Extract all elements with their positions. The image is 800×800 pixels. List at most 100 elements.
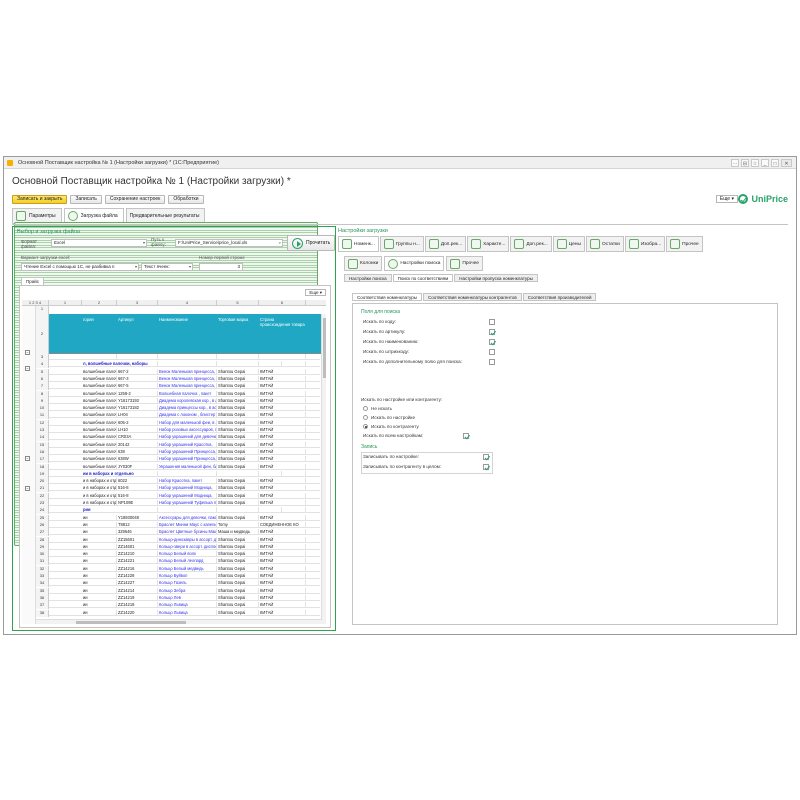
group-row[interactable]: л, волшебные палочки, наборы xyxy=(49,361,320,368)
table-row[interactable]: и в наборах и отдел516-8Набор украшений … xyxy=(49,485,320,492)
row-number[interactable]: 33 xyxy=(36,573,49,580)
table-cell[interactable]: Венок Маленькая принцесса, xyxy=(158,368,217,374)
row-number[interactable]: 6 xyxy=(36,375,49,383)
table-cell[interactable]: Диадема с локоном , блистер xyxy=(158,412,217,418)
first-row-input[interactable]: 3 xyxy=(199,263,243,271)
minimize-button[interactable]: _ xyxy=(761,159,769,167)
settings-tab-6[interactable]: Цены xyxy=(552,236,585,252)
column-header[interactable]: 6 xyxy=(259,300,306,306)
vertical-scrollbar[interactable] xyxy=(321,314,326,624)
row-number[interactable]: 37 xyxy=(36,602,49,610)
row-number[interactable]: 13 xyxy=(36,427,49,434)
match-tab-1[interactable]: Соответствия номенклатуры xyxy=(352,293,422,301)
row-number[interactable]: 10 xyxy=(36,405,49,413)
row-number[interactable]: 8 xyxy=(36,390,49,398)
table-cell[interactable]: Набор розовых аксессуаров, пакет xyxy=(158,427,217,432)
table-row[interactable]: ии ZZ14218 Кольцо Львица Shantou Gepai КИТАЙ xyxy=(49,602,320,609)
contractor-radio-row[interactable]: Искать по контрагенту xyxy=(363,423,419,430)
table-row[interactable]: ии ZZ14214 Кольцо Зебра Shantou Gepai КИТАЙ xyxy=(49,587,320,594)
contractor-radio-row[interactable]: Искать по настройке xyxy=(363,414,415,421)
all-settings-checkbox[interactable] xyxy=(463,432,469,439)
table-row[interactable] xyxy=(49,354,320,360)
table-cell[interactable]: Кольцо Львица xyxy=(158,602,217,608)
row-number[interactable]: 32 xyxy=(36,565,49,573)
subtab-3[interactable]: Прочее xyxy=(446,256,483,271)
settings-tab-5[interactable]: Доп.рек... xyxy=(510,236,552,252)
processing-button[interactable]: Обработки xyxy=(168,195,204,204)
write-option-row[interactable]: Записывать по контрагенту в целом: xyxy=(363,463,491,470)
tab-preview-results[interactable]: Предварительные результаты xyxy=(14,208,318,546)
table-cell[interactable]: Кольцо Белый леопард xyxy=(158,558,217,564)
table-row[interactable]: волшебные палочк 667-5 Венок Маленькая при… xyxy=(49,383,320,390)
collapse-icon[interactable]: − xyxy=(25,350,30,355)
table-row[interactable]: и в наборах и отдел516-8Набор украшений … xyxy=(49,492,320,499)
row-number[interactable]: 22 xyxy=(36,492,49,500)
table-row[interactable]: волшебные палочк 1258-2 Волшебная палочка … xyxy=(49,390,320,397)
table-row[interactable]: ии ZZ14228 Кольцо Буйвол Shantou Gepai КИТАЙ xyxy=(49,573,320,579)
row-number[interactable]: 31 xyxy=(36,558,49,566)
settings-tab-9[interactable]: Прочее xyxy=(666,236,703,252)
table-cell[interactable]: Кольцо Газель xyxy=(158,580,217,586)
option-checkbox[interactable] xyxy=(489,348,495,355)
maximize-button[interactable]: □ xyxy=(771,159,779,167)
table-cell[interactable]: Аксессуары для девочки, пакет xyxy=(158,514,217,520)
search-tab-3[interactable]: Настройки пропуска номенклатуры xyxy=(454,274,538,282)
table-row[interactable]: ии ZZ14219 Кольцо Лев Shantou Gepai КИТАЙ xyxy=(49,594,320,601)
layout-icon[interactable]: ⊟ xyxy=(741,159,749,167)
more-button[interactable]: Еще ▾ xyxy=(715,195,738,203)
search-option-row[interactable]: Искать по коду: xyxy=(363,318,495,325)
radio-button[interactable] xyxy=(363,415,368,421)
column-header[interactable]: 4 xyxy=(158,300,217,306)
row-number[interactable]: 29 xyxy=(36,543,49,551)
table-cell[interactable]: Диадема королевская кор., в ассор xyxy=(158,397,217,403)
row-number[interactable]: 38 xyxy=(36,609,49,617)
collapse-icon[interactable]: − xyxy=(25,366,30,371)
match-tab-2[interactable]: Соответствия номенклатуры контрагентов xyxy=(423,293,522,301)
search-option-row[interactable]: Искать по дополнительному полю для поиск… xyxy=(363,358,495,365)
radio-button[interactable] xyxy=(363,424,368,430)
table-row[interactable]: ии ZZ14220 Кольцо Львица Shantou Gepai КИТАЙ xyxy=(49,609,320,616)
table-cell[interactable]: Браслет Цветные бусины Маша и xyxy=(158,529,217,535)
table-cell[interactable] xyxy=(158,470,217,476)
horizontal-scrollbar[interactable] xyxy=(36,619,322,624)
table-row[interactable]: волшебные палочк 605-2 Набор для маленькой… xyxy=(49,419,320,426)
settings-tab-8[interactable]: Изобра... xyxy=(624,236,666,252)
search-tab-1[interactable]: Настройки поиска xyxy=(344,274,392,282)
option-checkbox[interactable] xyxy=(489,338,495,345)
table-row[interactable]: ии ZZ14227 Кольцо Газель Shantou Gepai КИТАЙ xyxy=(49,580,320,587)
row-number[interactable]: 11 xyxy=(36,412,49,420)
search-icon[interactable]: ⌕ xyxy=(279,240,281,246)
settings-tab-4[interactable]: Характе... xyxy=(467,236,510,252)
row-number[interactable]: 17 xyxy=(36,456,49,464)
table-row[interactable]: волшебные палочк 667-3 Венок Маленькая при… xyxy=(49,375,320,382)
sheet-tab-price[interactable]: Прайс xyxy=(21,277,45,285)
table-cell[interactable]: Кольцо-звери в ассорт. дисплей, Ш xyxy=(158,543,217,549)
cell-text-select[interactable]: Текст ячеек: ▾ xyxy=(141,263,193,271)
table-cell[interactable]: Набор Красотка, пакет xyxy=(158,478,217,484)
option-checkbox[interactable] xyxy=(483,463,489,470)
table-cell[interactable]: Браслет Минни Маус с капелькой, xyxy=(158,521,217,527)
path-input[interactable]: F:\UniPrice_Service\price_local.xls ⌕ xyxy=(175,239,283,247)
table-cell[interactable]: Кольцо Зебра xyxy=(158,587,217,593)
table-cell[interactable]: Набор украшений для девочки, бл xyxy=(158,434,217,440)
table-cell[interactable]: Украшения маленькой феи, блист xyxy=(158,463,217,469)
column-header[interactable]: 2 xyxy=(82,300,117,306)
table-cell[interactable]: Набор украшений Принцесса, xyxy=(158,448,217,454)
option-checkbox[interactable] xyxy=(489,358,495,365)
table-cell[interactable]: Набор украшений Туфелька прин xyxy=(158,500,217,505)
group-row[interactable]: рии xyxy=(49,507,320,514)
subtab-1[interactable]: Колонки xyxy=(344,256,383,271)
match-tab-3[interactable]: Соответствия производителей xyxy=(522,293,597,301)
row-number[interactable]: 21 xyxy=(36,485,49,493)
close-button[interactable]: ✕ xyxy=(781,159,792,167)
row-number[interactable]: 35 xyxy=(36,587,49,595)
table-row[interactable]: волшебные палочк 667-2 Венок Маленькая при… xyxy=(49,368,320,375)
table-row[interactable]: волшебные палочк CR03A Набор украшений для… xyxy=(49,434,320,441)
table-cell[interactable] xyxy=(158,507,217,513)
row-number[interactable]: 34 xyxy=(36,580,49,588)
column-header[interactable]: 3 xyxy=(117,300,158,306)
format-select[interactable]: Excel ▾ xyxy=(51,239,147,247)
table-row[interactable]: волшебные палочк Y16173193 Диадема королев… xyxy=(49,397,320,404)
table-row[interactable]: волшебные палочк LH10 Набор розовых аксесс… xyxy=(49,427,320,433)
option-checkbox[interactable] xyxy=(489,318,495,325)
